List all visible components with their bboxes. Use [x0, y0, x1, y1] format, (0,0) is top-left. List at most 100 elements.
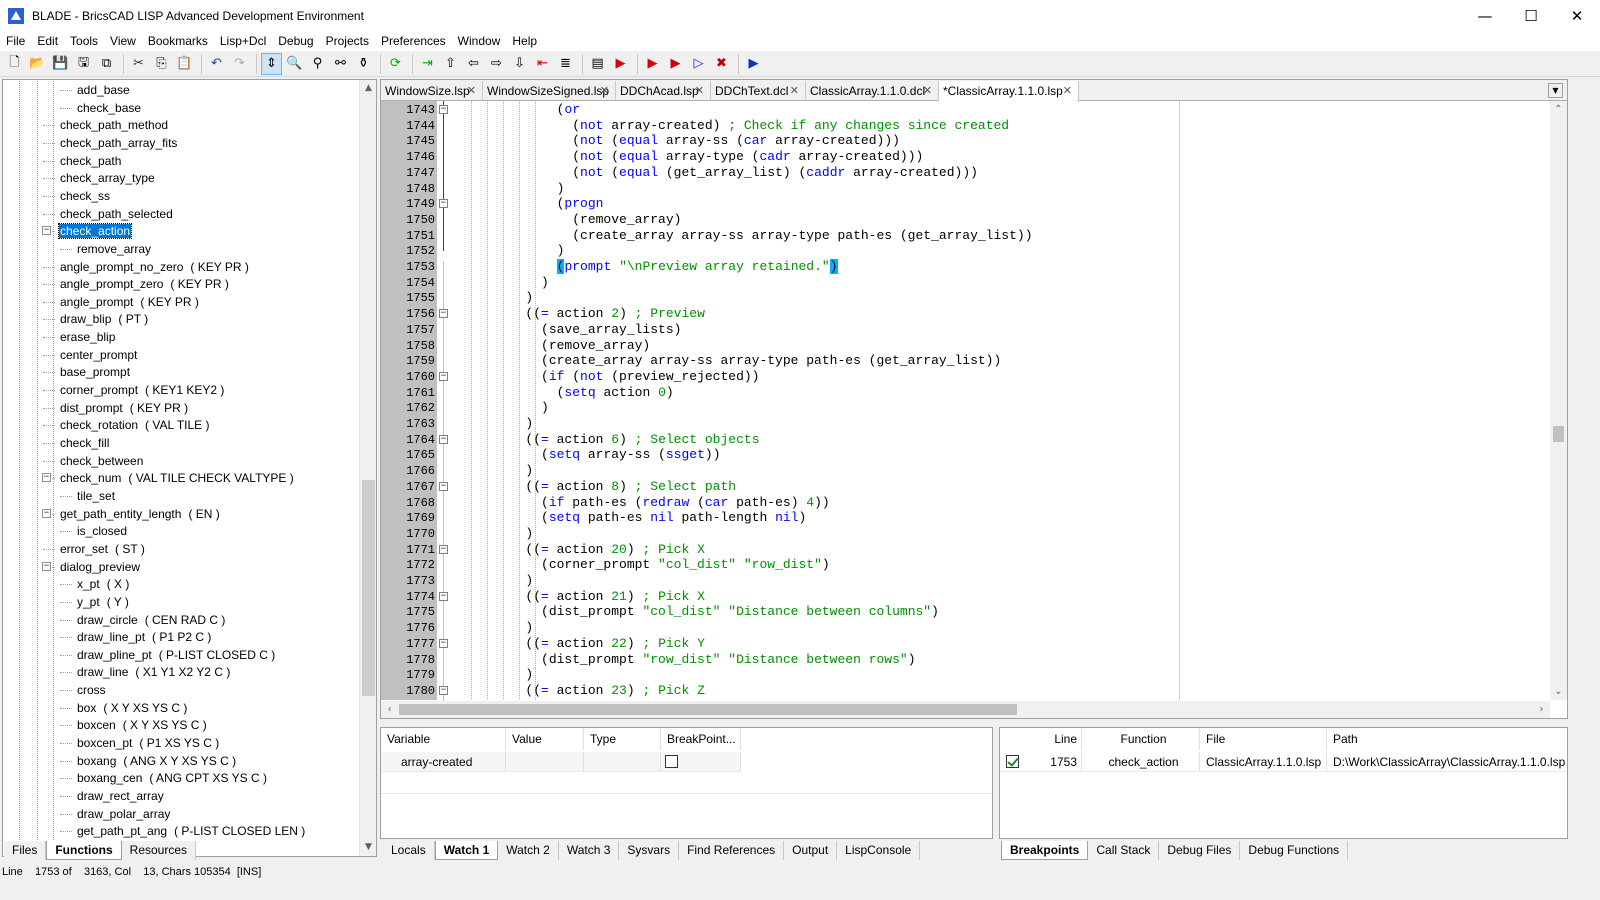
tree-item[interactable]: boxcen ( X Y XS YS C ): [76, 716, 207, 734]
goto-icon[interactable]: ⚱: [353, 53, 374, 75]
fold-margin[interactable]: − − − − − − − − − −: [437, 101, 461, 701]
tree-item[interactable]: base_prompt: [59, 363, 131, 381]
left-tab-functions[interactable]: Functions: [46, 840, 122, 860]
code-editor[interactable]: ▼ WindowSize.lsp ✕ WindowSizeSigned.lsp ✕ DD…: [380, 79, 1568, 719]
close-tab-icon[interactable]: ✕: [923, 81, 932, 101]
tree-item[interactable]: boxcen_pt ( P1 XS YS C ): [76, 734, 219, 752]
tree-item[interactable]: draw_blip ( PT ): [59, 310, 148, 328]
tree-item[interactable]: center_prompt: [59, 346, 138, 364]
new-file-icon[interactable]: 🗋: [4, 53, 25, 75]
breakpoint-function-cell[interactable]: check_action: [1082, 752, 1200, 772]
stop-icon[interactable]: ✖: [711, 53, 732, 75]
breakpoint-column-header[interactable]: File: [1200, 728, 1327, 750]
execute-icon[interactable]: ▶: [743, 53, 764, 75]
watch-column-header[interactable]: Type: [584, 728, 661, 750]
file-tab[interactable]: DDChText.dcl ✕: [711, 81, 806, 101]
breakpoint-line-cell[interactable]: 1753: [1000, 752, 1082, 772]
fold-toggle-icon[interactable]: −: [439, 685, 448, 695]
step-into-icon[interactable]: ⇥: [417, 53, 438, 75]
menu-window[interactable]: Window: [452, 31, 507, 51]
file-tab[interactable]: WindowSizeSigned.lsp ✕: [483, 81, 616, 101]
run-to-icon[interactable]: ▶: [665, 53, 686, 75]
tree-item[interactable]: add_base: [76, 81, 131, 99]
tree-item[interactable]: x_pt ( X ): [76, 575, 129, 593]
breakpoint-column-header[interactable]: Path: [1327, 728, 1567, 750]
watch-column-header[interactable]: BreakPoint...: [661, 728, 741, 750]
undo-icon[interactable]: ↶: [206, 53, 227, 75]
step-back-icon[interactable]: ⇦: [463, 53, 484, 75]
close-tab-icon[interactable]: ✕: [790, 81, 799, 101]
watch-column-header[interactable]: Variable: [381, 728, 506, 750]
menu-help[interactable]: Help: [506, 31, 543, 51]
tab-list-dropdown-icon[interactable]: ▼: [1548, 83, 1563, 98]
maximize-button[interactable]: ☐: [1508, 0, 1554, 31]
close-tab-icon[interactable]: ✕: [467, 81, 476, 101]
save-as-icon[interactable]: 🖫: [73, 53, 94, 75]
watch-variable-cell[interactable]: array-created: [381, 752, 506, 772]
breakpoint-file-cell[interactable]: ClassicArray.1.1.0.lsp: [1200, 752, 1327, 772]
tree-item[interactable]: check_path_array_fits: [59, 134, 178, 152]
tree-item[interactable]: draw_polar_array: [76, 805, 171, 823]
tree-item[interactable]: check_base: [76, 99, 142, 117]
continue-icon[interactable]: ▷: [688, 53, 709, 75]
scrollbar-thumb[interactable]: [1553, 426, 1564, 442]
tree-item[interactable]: remove_array: [76, 240, 152, 258]
menu-preferences[interactable]: Preferences: [375, 31, 452, 51]
tree-item[interactable]: error_set ( ST ): [59, 540, 145, 558]
tree-item[interactable]: check_path_selected: [59, 205, 174, 223]
tree-item[interactable]: draw_line ( X1 Y1 X2 Y2 C ): [76, 663, 230, 681]
file-tab[interactable]: ClassicArray.1.1.0.dcl ✕: [806, 81, 939, 101]
copy-icon[interactable]: ⎘: [151, 53, 172, 75]
scroll-down-icon[interactable]: ⌄: [1550, 683, 1567, 700]
scrollbar-thumb[interactable]: [399, 704, 1017, 715]
fold-toggle-icon[interactable]: −: [439, 199, 448, 209]
tree-item[interactable]: dist_prompt ( KEY PR ): [59, 399, 188, 417]
fold-toggle-icon[interactable]: −: [439, 105, 448, 114]
tree-item[interactable]: erase_blip: [59, 328, 116, 346]
tree-item[interactable]: draw_rect_array: [76, 787, 165, 805]
fold-toggle-icon[interactable]: −: [439, 638, 448, 648]
breakpoint-enabled-checkbox[interactable]: [1006, 755, 1019, 768]
tree-item[interactable]: box ( X Y XS YS C ): [76, 699, 187, 717]
scroll-down-icon[interactable]: ▼: [360, 839, 376, 856]
tree-item[interactable]: check_path: [59, 152, 122, 170]
close-tab-icon[interactable]: ✕: [600, 81, 609, 101]
tree-item[interactable]: dialog_preview: [59, 558, 141, 576]
tree-item[interactable]: check_between: [59, 452, 144, 470]
file-tab[interactable]: WindowSize.lsp ✕: [381, 81, 483, 101]
tree-item[interactable]: check_action: [57, 222, 133, 240]
watch-tab-watch-3[interactable]: Watch 3: [558, 840, 620, 860]
left-tab-resources[interactable]: Resources: [121, 840, 197, 860]
tree-item[interactable]: cross: [76, 681, 107, 699]
breakpoint-column-header[interactable]: Line: [1000, 728, 1082, 750]
tree-item[interactable]: boxang ( ANG X Y XS YS C ): [76, 752, 236, 770]
open-folder-icon[interactable]: 📂: [27, 53, 48, 75]
watch-tab-watch-2[interactable]: Watch 2: [498, 840, 559, 860]
file-tab[interactable]: *ClassicArray.1.1.0.lsp ✕: [939, 81, 1079, 102]
redo-icon[interactable]: ↷: [229, 53, 250, 75]
tree-scrollbar[interactable]: ▲ ▼: [359, 80, 376, 856]
tree-item[interactable]: draw_circle ( CEN RAD C ): [76, 611, 225, 629]
breakpoint-path-cell[interactable]: D:\Work\ClassicArray\ClassicArray.1.1.0.…: [1327, 752, 1567, 772]
save-all-icon[interactable]: ⧉: [96, 53, 117, 75]
watch-tab-locals[interactable]: Locals: [383, 840, 435, 860]
format-icon[interactable]: ≣: [555, 53, 576, 75]
debug-tab-debug-functions[interactable]: Debug Functions: [1240, 840, 1349, 860]
close-tab-icon[interactable]: ✕: [695, 81, 704, 101]
breakpoint-column-header[interactable]: Function: [1082, 728, 1200, 750]
menu-debug[interactable]: Debug: [272, 31, 319, 51]
tree-item[interactable]: check_rotation ( VAL TILE ): [59, 416, 210, 434]
tree-item[interactable]: draw_pline_pt ( P-LIST CLOSED C ): [76, 646, 275, 664]
scrollbar-thumb[interactable]: [362, 480, 375, 696]
debug-tab-debug-files[interactable]: Debug Files: [1159, 840, 1241, 860]
save-icon[interactable]: 💾: [50, 53, 71, 75]
paste-icon[interactable]: 📋: [174, 53, 195, 75]
watch-tab-output[interactable]: Output: [784, 840, 838, 860]
watch-tab-sysvars[interactable]: Sysvars: [619, 840, 680, 860]
file-tab[interactable]: DDChAcad.lsp ✕: [616, 81, 711, 101]
step-down-icon[interactable]: ⇩: [509, 53, 530, 75]
watch-column-header[interactable]: Value: [506, 728, 584, 750]
tree-item[interactable]: check_fill: [59, 434, 110, 452]
scroll-right-icon[interactable]: ›: [1533, 701, 1550, 718]
menu-edit[interactable]: Edit: [31, 31, 64, 51]
